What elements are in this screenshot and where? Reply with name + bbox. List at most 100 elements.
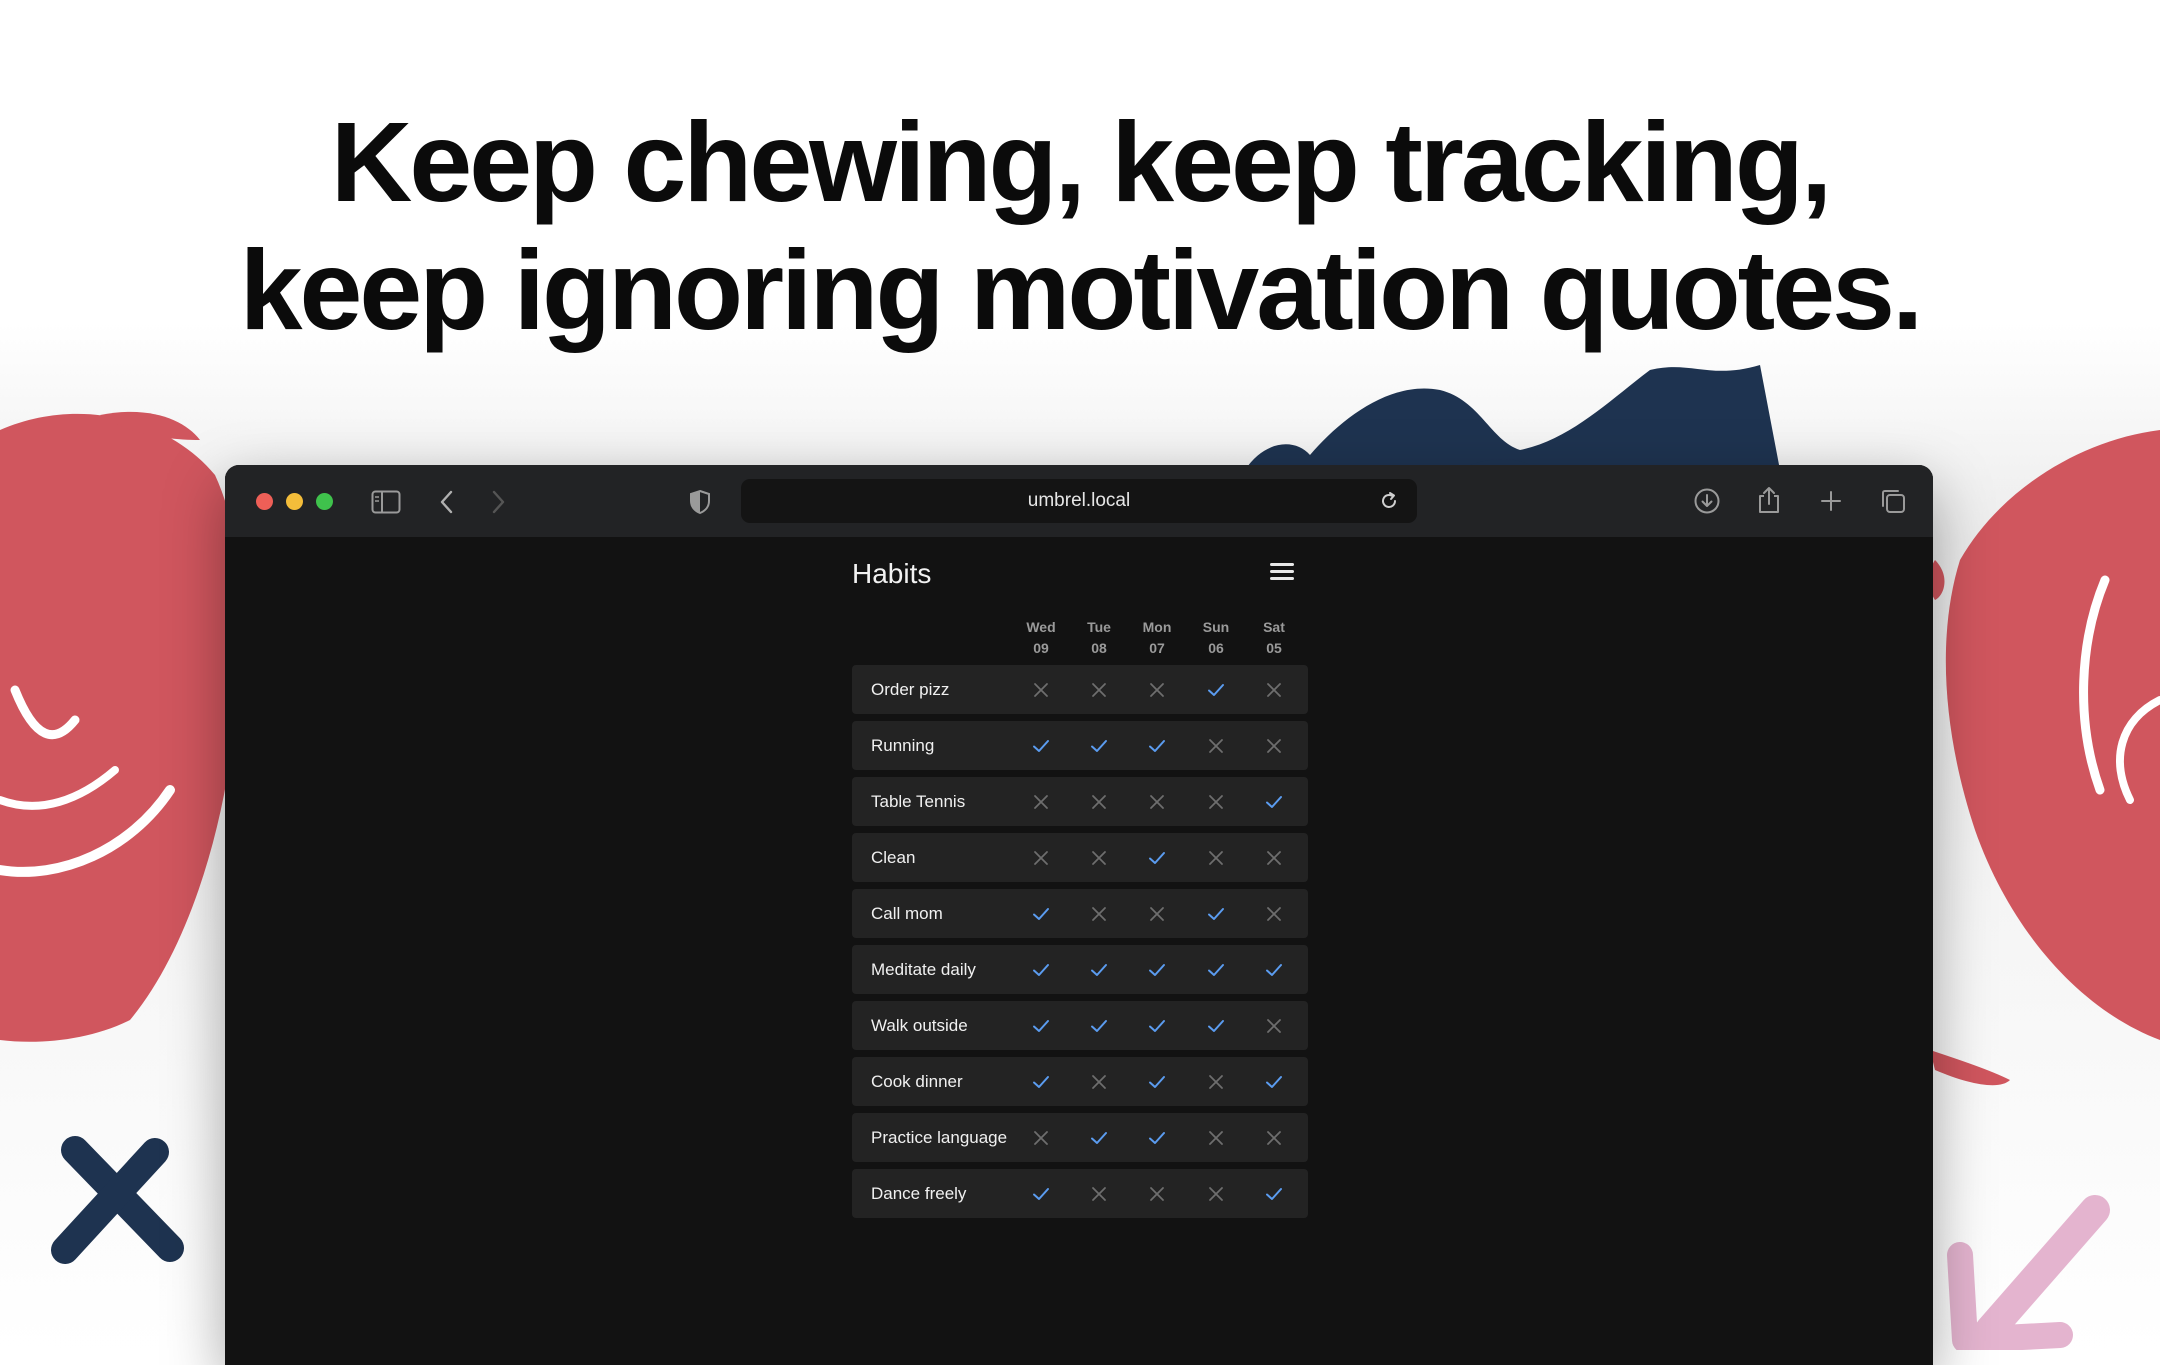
habit-cell-done[interactable] [1070, 945, 1128, 994]
habit-cell-done[interactable] [1128, 1057, 1186, 1106]
habit-name[interactable]: Cook dinner [871, 1057, 963, 1106]
habit-name[interactable]: Call mom [871, 889, 943, 938]
habit-cell-done[interactable] [1128, 1113, 1186, 1162]
habit-cell-done[interactable] [1128, 1001, 1186, 1050]
habit-cell-missed[interactable] [1012, 665, 1070, 714]
habit-name[interactable]: Walk outside [871, 1001, 968, 1050]
habit-cell-missed[interactable] [1245, 665, 1303, 714]
habit-cell-missed[interactable] [1012, 1113, 1070, 1162]
habit-cell-done[interactable] [1012, 945, 1070, 994]
habit-cell-missed[interactable] [1187, 833, 1245, 882]
habit-cell-done[interactable] [1012, 721, 1070, 770]
cross-icon [1267, 1018, 1281, 1033]
habit-cell-missed[interactable] [1070, 665, 1128, 714]
habit-cell-done[interactable] [1128, 945, 1186, 994]
habit-cell-missed[interactable] [1245, 1001, 1303, 1050]
habit-cell-missed[interactable] [1128, 777, 1186, 826]
habit-cell-missed[interactable] [1187, 1113, 1245, 1162]
habit-cell-done[interactable] [1187, 1001, 1245, 1050]
habit-cell-done[interactable] [1012, 889, 1070, 938]
habit-cell-missed[interactable] [1187, 1169, 1245, 1218]
habit-cell-done[interactable] [1128, 721, 1186, 770]
habit-name[interactable]: Clean [871, 833, 915, 882]
new-tab-icon[interactable] [1819, 489, 1843, 513]
habit-row: Dance freely [852, 1169, 1308, 1218]
check-icon [1091, 739, 1107, 752]
habit-name[interactable]: Running [871, 721, 934, 770]
check-icon [1149, 1075, 1165, 1088]
habit-cell-done[interactable] [1187, 889, 1245, 938]
close-window-button[interactable] [256, 493, 273, 510]
habit-cell-done[interactable] [1012, 1001, 1070, 1050]
reload-icon[interactable] [1379, 491, 1399, 511]
habit-row: Running [852, 721, 1308, 770]
habit-cell-done[interactable] [1070, 721, 1128, 770]
habit-cell-missed[interactable] [1245, 833, 1303, 882]
habit-cell-missed[interactable] [1070, 777, 1128, 826]
habit-cell-missed[interactable] [1187, 1057, 1245, 1106]
habit-cell-missed[interactable] [1070, 1169, 1128, 1218]
habit-cell-done[interactable] [1187, 945, 1245, 994]
address-bar[interactable]: umbrel.local [741, 479, 1417, 523]
cross-icon [1267, 738, 1281, 753]
habit-cell-done[interactable] [1128, 833, 1186, 882]
cross-icon [1034, 794, 1048, 809]
habit-cell-missed[interactable] [1070, 1057, 1128, 1106]
day-date: 05 [1266, 640, 1282, 656]
habit-name[interactable]: Table Tennis [871, 777, 965, 826]
habit-cell-missed[interactable] [1245, 889, 1303, 938]
minimize-window-button[interactable] [286, 493, 303, 510]
habit-cell-done[interactable] [1245, 777, 1303, 826]
habit-row: Order pizz [852, 665, 1308, 714]
habit-name[interactable]: Dance freely [871, 1169, 966, 1218]
cross-icon [1034, 682, 1048, 697]
habit-cell-done[interactable] [1245, 1169, 1303, 1218]
check-icon [1266, 1075, 1282, 1088]
habit-cell-done[interactable] [1012, 1057, 1070, 1106]
cross-icon [1150, 1186, 1164, 1201]
habit-cell-done[interactable] [1187, 665, 1245, 714]
habit-cell-done[interactable] [1070, 1001, 1128, 1050]
day-header: Sun 06 [1187, 617, 1245, 659]
headline-line-2: keep ignoring motivation quotes. [239, 227, 1924, 353]
habit-cell-missed[interactable] [1070, 889, 1128, 938]
pink-arrow-decoration [1947, 1195, 2110, 1350]
cross-icon [1267, 850, 1281, 865]
check-icon [1149, 1019, 1165, 1032]
hamburger-menu-icon[interactable] [1270, 563, 1294, 583]
check-icon [1033, 907, 1049, 920]
habit-cell-missed[interactable] [1245, 1113, 1303, 1162]
shield-icon[interactable] [689, 489, 711, 515]
day-of-week: Mon [1142, 619, 1172, 635]
habit-cell-missed[interactable] [1012, 833, 1070, 882]
habit-name[interactable]: Meditate daily [871, 945, 976, 994]
day-of-week: Sat [1263, 619, 1285, 635]
habit-cell-missed[interactable] [1128, 1169, 1186, 1218]
habit-cell-missed[interactable] [1128, 665, 1186, 714]
share-icon[interactable] [1756, 485, 1782, 515]
cross-icon [1267, 906, 1281, 921]
day-header: Sat 05 [1245, 617, 1303, 659]
forward-icon[interactable] [490, 489, 506, 515]
habit-row: Practice language [852, 1113, 1308, 1162]
habit-cell-missed[interactable] [1128, 889, 1186, 938]
zoom-window-button[interactable] [316, 493, 333, 510]
habit-name[interactable]: Practice language [871, 1113, 1007, 1162]
habit-cell-done[interactable] [1070, 1113, 1128, 1162]
download-icon[interactable] [1693, 487, 1721, 515]
habit-cell-done[interactable] [1245, 1057, 1303, 1106]
sidebar-icon[interactable] [371, 490, 401, 514]
habit-name[interactable]: Order pizz [871, 665, 949, 714]
tabs-overview-icon[interactable] [1879, 487, 1907, 515]
habit-cell-missed[interactable] [1070, 833, 1128, 882]
habit-cell-missed[interactable] [1245, 721, 1303, 770]
habit-row: Table Tennis [852, 777, 1308, 826]
habit-cell-missed[interactable] [1187, 777, 1245, 826]
habit-cell-done[interactable] [1245, 945, 1303, 994]
cross-icon [1150, 682, 1164, 697]
habit-cell-missed[interactable] [1187, 721, 1245, 770]
habit-row: Walk outside [852, 1001, 1308, 1050]
habit-cell-missed[interactable] [1012, 777, 1070, 826]
back-icon[interactable] [439, 489, 455, 515]
habit-cell-done[interactable] [1012, 1169, 1070, 1218]
